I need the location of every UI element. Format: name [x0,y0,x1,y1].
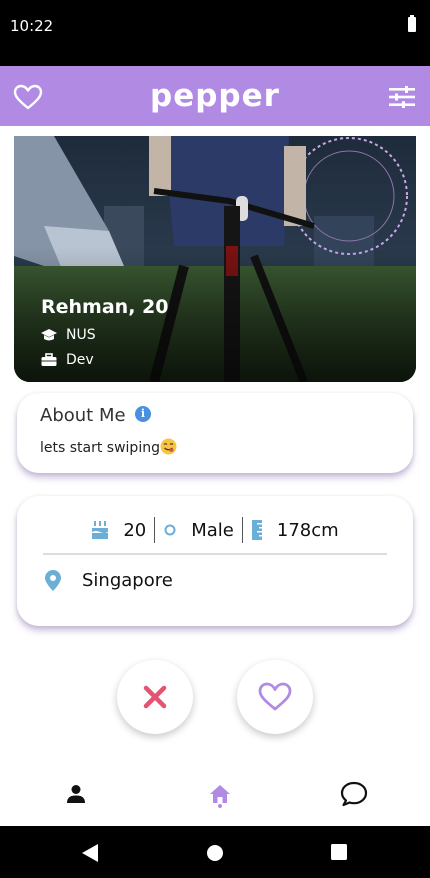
about-text: lets start swiping [40,438,177,456]
location-value: Singapore [82,570,173,591]
chat-icon [340,781,368,807]
gender-value: Male [191,519,234,541]
location-pin-icon [45,570,61,591]
system-nav-bar [0,826,430,878]
profile-name-age: Rehman, 20 [41,296,169,318]
birthday-cake-icon [92,521,109,539]
school-row: NUS [41,327,168,343]
status-time: 10:22 [10,17,54,35]
stats-card: 20 Male 178cm Singapore [17,496,413,626]
bottom-nav [0,762,430,826]
nav-profile[interactable] [62,780,90,808]
battery-icon [408,15,416,32]
like-button[interactable] [237,660,313,734]
job-row: Dev [41,352,168,368]
briefcase-icon [41,353,57,366]
stat-divider [154,517,156,543]
gender-circle-icon [164,524,176,536]
about-title: About Me [40,405,126,426]
location-row: Singapore [45,570,173,591]
back-icon[interactable] [82,844,98,862]
app-logo: pepper [150,78,280,114]
profile-info: Rehman, 20 NUS Dev [41,296,168,368]
yum-face-emoji-icon [160,438,177,455]
profile-photo-card[interactable]: Rehman, 20 NUS Dev [14,136,416,382]
stats-row: 20 Male 178cm [17,516,413,544]
school-label: NUS [66,327,96,343]
recents-square-icon[interactable] [331,844,347,860]
height-stat: 178cm [251,520,339,541]
info-icon[interactable]: i [135,406,151,422]
heart-outline-icon [258,682,292,711]
about-card: About Me i lets start swiping [17,393,413,473]
job-label: Dev [66,352,94,368]
home-circle-icon[interactable] [206,844,224,862]
ruler-icon [251,520,262,540]
app-bar: pepper [0,66,430,126]
close-x-icon [143,685,167,709]
about-text-content: lets start swiping [40,440,160,456]
height-value: 178cm [276,519,339,541]
stat-divider [241,517,243,543]
age-value: 20 [123,519,147,541]
status-bar: 10:22 [0,0,430,66]
stats-divider [43,553,387,555]
dislike-button[interactable] [117,660,193,734]
gender-stat: Male [163,520,234,541]
home-icon [210,785,230,803]
nav-chat[interactable] [340,780,368,808]
filter-sliders-icon[interactable] [389,86,415,108]
nav-active-indicator [218,804,222,808]
graduation-cap-icon [41,329,57,341]
age-stat: 20 [91,520,146,541]
profile-icon [67,785,85,803]
